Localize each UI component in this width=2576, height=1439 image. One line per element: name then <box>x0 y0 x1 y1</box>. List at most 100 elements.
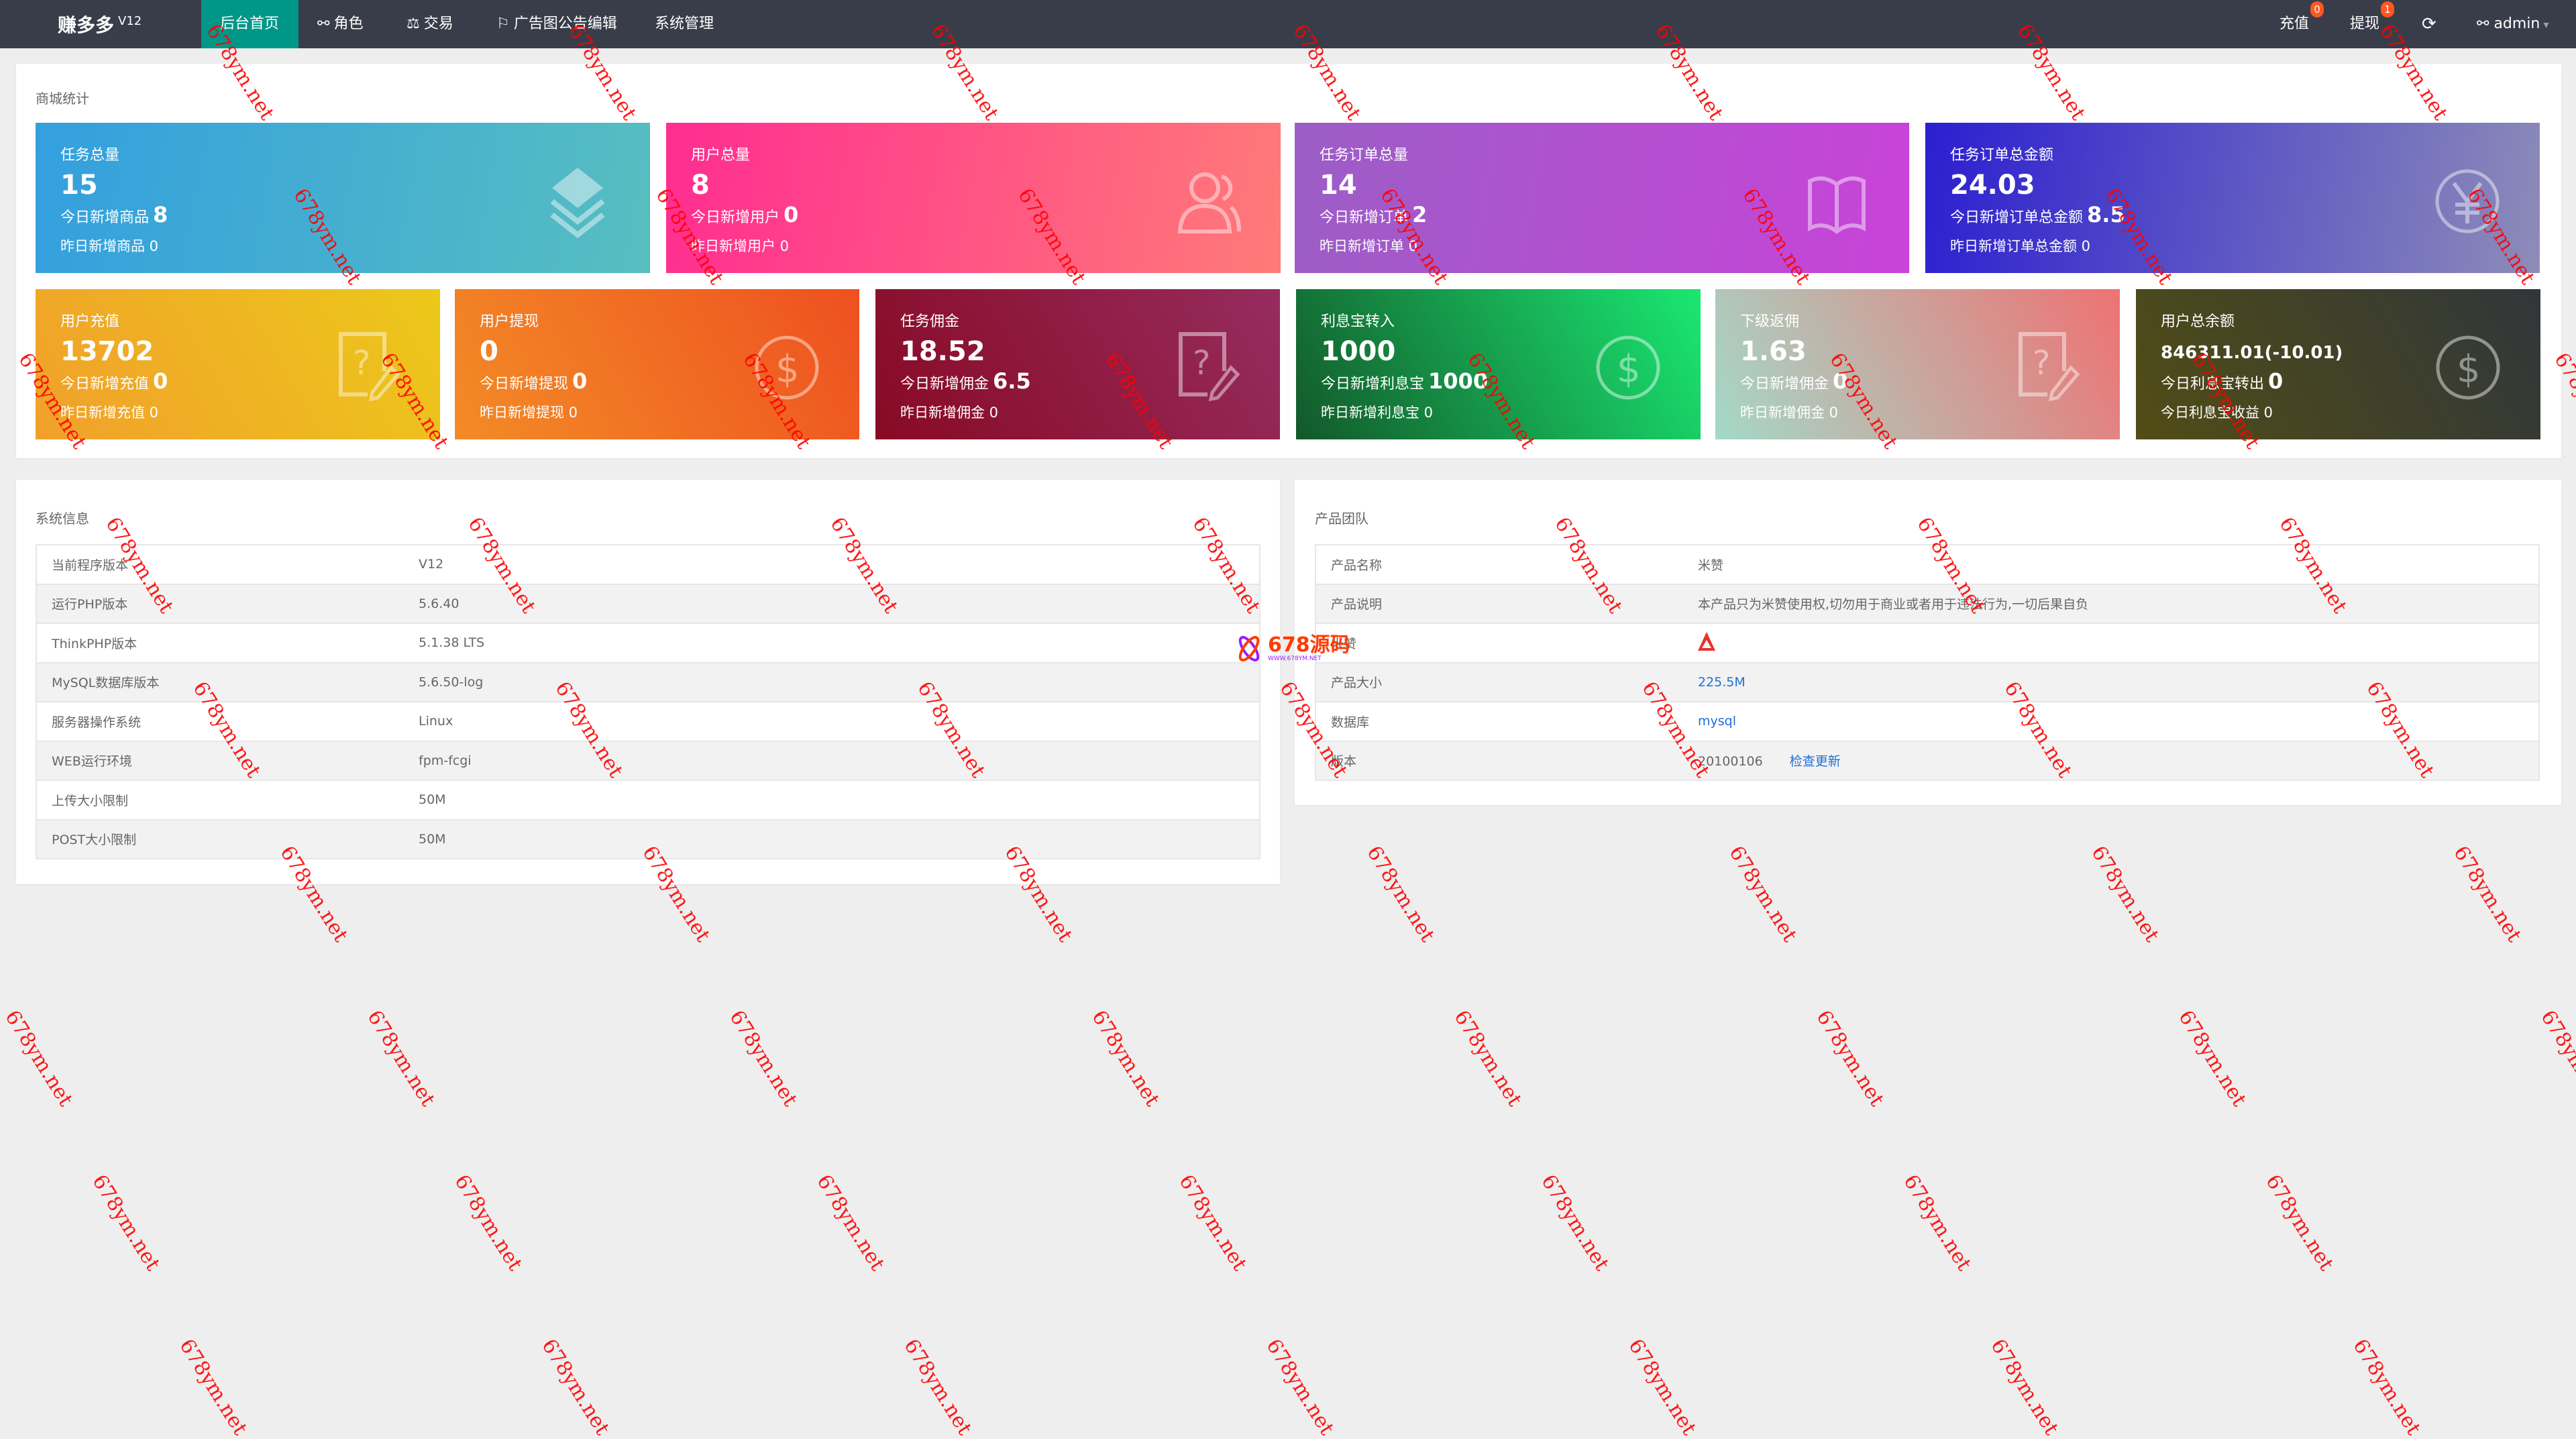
version-label: V12 <box>118 13 142 28</box>
nav-label: 交易 <box>423 15 453 32</box>
nav-home[interactable]: 后台首页 <box>201 0 299 48</box>
row-label: POST大小限制 <box>36 819 404 859</box>
watermark-text: 678ym.net <box>1623 1335 1701 1439</box>
stat-today: 今日新增订单总金额 8.5 <box>1950 202 2125 227</box>
stat-today-label: 今日新增订单 <box>1320 209 1409 226</box>
watermark-text: 678ym.net <box>2174 1006 2251 1111</box>
nav-roles[interactable]: ⚯ 角色 <box>299 0 382 48</box>
stat-value: 1.63 <box>1740 336 1807 367</box>
withdraw-link[interactable]: 提现 1 <box>2350 0 2395 48</box>
stat-today: 今日新增佣金 0 <box>1740 368 1847 394</box>
nav-label: 角色 <box>333 15 364 32</box>
watermark-text: 678ym.net <box>362 1006 440 1111</box>
recharge-badge: 0 <box>2310 1 2324 17</box>
stat-card: 下级返佣 1.63 今日新增佣金 0 昨日新增佣金 0 ? <box>1715 289 2120 439</box>
atom-logo-icon <box>1238 635 1260 662</box>
chevron-down-icon: ▾ <box>2540 18 2549 31</box>
help-edit-icon: ? <box>1174 331 1241 405</box>
row-value: 20100106 <box>1698 754 1763 769</box>
stat-value: 8 <box>691 170 710 201</box>
watermark-text: 678ym.net <box>537 1335 614 1439</box>
stat-today-value: 6.5 <box>993 368 1031 394</box>
row-value: 5.1.38 LTS <box>404 623 1260 663</box>
watermark-text: 678ym.net <box>1811 1006 1889 1111</box>
stat-yesterday: 昨日新增订单总金额 0 <box>1950 238 2091 254</box>
watermark-text: 678ym.net <box>724 1006 802 1111</box>
user-icon: ⚯ <box>2477 15 2494 32</box>
nav-system[interactable]: 系统管理 <box>636 0 733 48</box>
check-update-link[interactable]: 检查更新 <box>1790 754 1841 769</box>
yen-icon <box>2434 164 2501 238</box>
row-label: 米赞 <box>1316 623 1683 663</box>
nav-trade[interactable]: ⚖ 交易 <box>388 0 472 48</box>
watermark-text: 678ym.net <box>812 1171 890 1275</box>
table-row: ThinkPHP版本 5.1.38 LTS <box>36 623 1260 663</box>
table-row: 运行PHP版本 5.6.40 <box>36 584 1260 624</box>
recharge-link[interactable]: 充值 0 <box>2279 0 2324 48</box>
table-row: 产品大小 225.5M <box>1316 662 2539 702</box>
dollar-icon: $ <box>1595 331 1662 405</box>
stat-value: 18.52 <box>900 336 985 367</box>
stat-today: 今日新增充值 0 <box>60 368 168 394</box>
stat-value: 13702 <box>60 336 154 367</box>
stat-title: 用户总量 <box>691 147 751 164</box>
table-row: 产品说明 本产品只为米赞使用权,切勿用于商业或者用于违法行为,一切后果自负 <box>1316 584 2539 624</box>
stat-today-value: 1000 <box>1428 368 1489 394</box>
row-label: MySQL数据库版本 <box>36 662 404 702</box>
stat-today: 今日新增用户 0 <box>691 202 798 227</box>
dollar-icon: $ <box>2434 331 2502 405</box>
row-value: Linux <box>404 702 1260 742</box>
stat-title: 任务订单总金额 <box>1950 147 2054 164</box>
panel-title: 商城统计 <box>36 91 89 107</box>
table-row: 数据库 mysql <box>1316 702 2539 742</box>
stat-today-value: 0 <box>1833 368 1848 394</box>
stat-card: 用户总量 8 今日新增用户 0 昨日新增用户 0 <box>666 123 1281 273</box>
row-label: ThinkPHP版本 <box>36 623 404 663</box>
table-row: 米赞 <box>1316 623 2539 663</box>
refresh-icon[interactable]: ⟳ <box>2422 0 2436 48</box>
stat-today-label: 今日新增利息宝 <box>1321 376 1425 392</box>
row-value: 米赞 <box>1698 557 1724 573</box>
stat-today-value: 0 <box>572 368 588 394</box>
stat-card: 任务总量 15 今日新增商品 8 昨日新增商品 0 <box>36 123 650 273</box>
stat-value: 15 <box>60 170 98 201</box>
flag-icon: ⚐ <box>496 15 510 32</box>
nav-ads[interactable]: ⚐ 广告图公告编辑 <box>478 0 636 48</box>
stat-yesterday: 昨日新增用户 0 <box>691 238 790 254</box>
stat-card: 用户总余额 846311.01(-10.01) 今日利息宝转出 0 今日利息宝收益… <box>2136 289 2540 439</box>
row-label: 上传大小限制 <box>36 780 404 820</box>
stat-today-label: 今日新增用户 <box>691 209 780 226</box>
recharge-label: 充值 <box>2279 15 2310 32</box>
panel-title: 产品团队 <box>1315 511 1368 527</box>
nav-label: 广告图公告编辑 <box>513 15 617 32</box>
sysinfo-panel: 系统信息 当前程序版本 V12 运行PHP版本 5.6.40 ThinkPHP版本 5.1… <box>16 480 1280 884</box>
watermark-text: 678ym.net <box>2261 1171 2339 1275</box>
svg-text:$: $ <box>775 348 800 391</box>
watermark-text: 678ym.net <box>2536 1006 2576 1111</box>
stat-today-label: 今日新增佣金 <box>1740 376 1829 392</box>
row-label: 运行PHP版本 <box>36 584 404 624</box>
row-value[interactable]: mysql <box>1698 714 1736 729</box>
row-label: 服务器操作系统 <box>36 702 404 742</box>
stat-today-label: 今日新增充值 <box>60 376 150 392</box>
logo-text: 赚多多 <box>58 14 115 36</box>
dollar-icon: $ <box>753 331 820 405</box>
layers-icon <box>544 164 611 239</box>
row-value[interactable]: 225.5M <box>1698 675 1746 690</box>
stat-today: 今日新增佣金 6.5 <box>900 368 1031 394</box>
user-menu[interactable]: ⚯ admin ▾ <box>2477 0 2549 48</box>
watermark-text: 678ym.net <box>449 1171 527 1275</box>
stat-yesterday: 昨日新增提现 0 <box>480 405 578 421</box>
watermark-text: 678ym.net <box>1986 1335 2063 1439</box>
app-logo[interactable]: 赚多多 V12 <box>58 11 142 38</box>
help-edit-icon: ? <box>2014 331 2081 405</box>
stat-today: 今日新增提现 0 <box>480 368 587 394</box>
watermark-text: 678ym.net <box>1261 1335 1339 1439</box>
stat-today-label: 今日新增订单总金额 <box>1950 209 2084 226</box>
team-panel: 产品团队 产品名称 米赞 产品说明 本产品只为米赞使用权,切勿用于商业或者用于违法行为… <box>1295 480 2561 805</box>
stat-title: 用户提现 <box>480 313 539 330</box>
scale-icon: ⚖ <box>407 15 420 32</box>
row-label: 当前程序版本 <box>36 545 404 585</box>
stat-title: 任务佣金 <box>900 313 960 330</box>
stat-today: 今日新增商品 8 <box>60 202 168 227</box>
